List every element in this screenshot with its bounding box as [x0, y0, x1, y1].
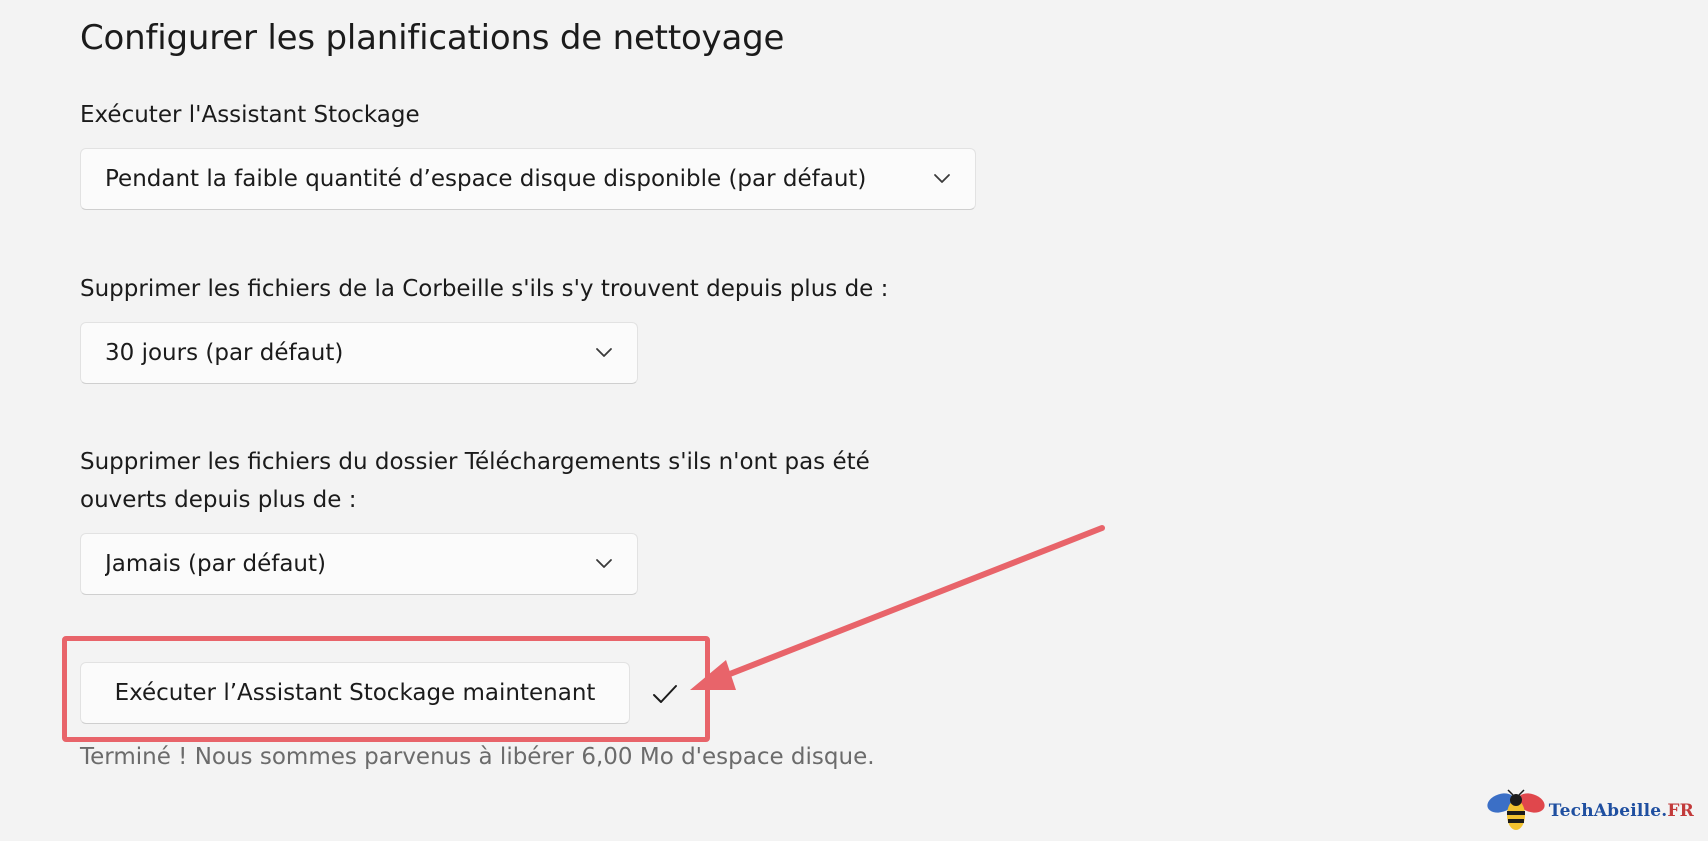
techabeille-logo: TechAbeille.FR	[1487, 789, 1694, 833]
checkmark-icon	[653, 685, 677, 703]
recycle-bin-dropdown[interactable]: 30 jours (par défaut)	[80, 322, 638, 384]
downloads-label-line2: ouverts depuis plus de :	[80, 487, 357, 513]
run-storage-sense-now-button[interactable]: Exécuter l’Assistant Stockage maintenant	[80, 662, 630, 724]
run-assistant-selected-value: Pendant la faible quantité d’espace disq…	[105, 166, 867, 192]
recycle-bin-label: Supprimer les fichiers de la Corbeille s…	[80, 276, 889, 302]
chevron-down-icon	[596, 559, 612, 568]
logo-brand: TechAbeille	[1548, 801, 1662, 821]
chevron-down-icon	[596, 348, 612, 357]
recycle-bin-selected-value: 30 jours (par défaut)	[105, 340, 344, 366]
logo-tld: FR	[1667, 801, 1694, 821]
status-message: Terminé ! Nous sommes parvenus à libérer…	[80, 744, 875, 770]
bee-icon	[1487, 789, 1545, 830]
downloads-dropdown[interactable]: Jamais (par défaut)	[80, 533, 638, 595]
downloads-label-line1: Supprimer les fichiers du dossier Téléch…	[80, 449, 870, 475]
section-title: Configurer les planifications de nettoya…	[80, 18, 785, 58]
downloads-selected-value: Jamais (par défaut)	[105, 551, 327, 577]
chevron-down-icon	[934, 174, 950, 183]
run-assistant-dropdown[interactable]: Pendant la faible quantité d’espace disq…	[80, 148, 976, 210]
run-assistant-label: Exécuter l'Assistant Stockage	[80, 102, 420, 128]
